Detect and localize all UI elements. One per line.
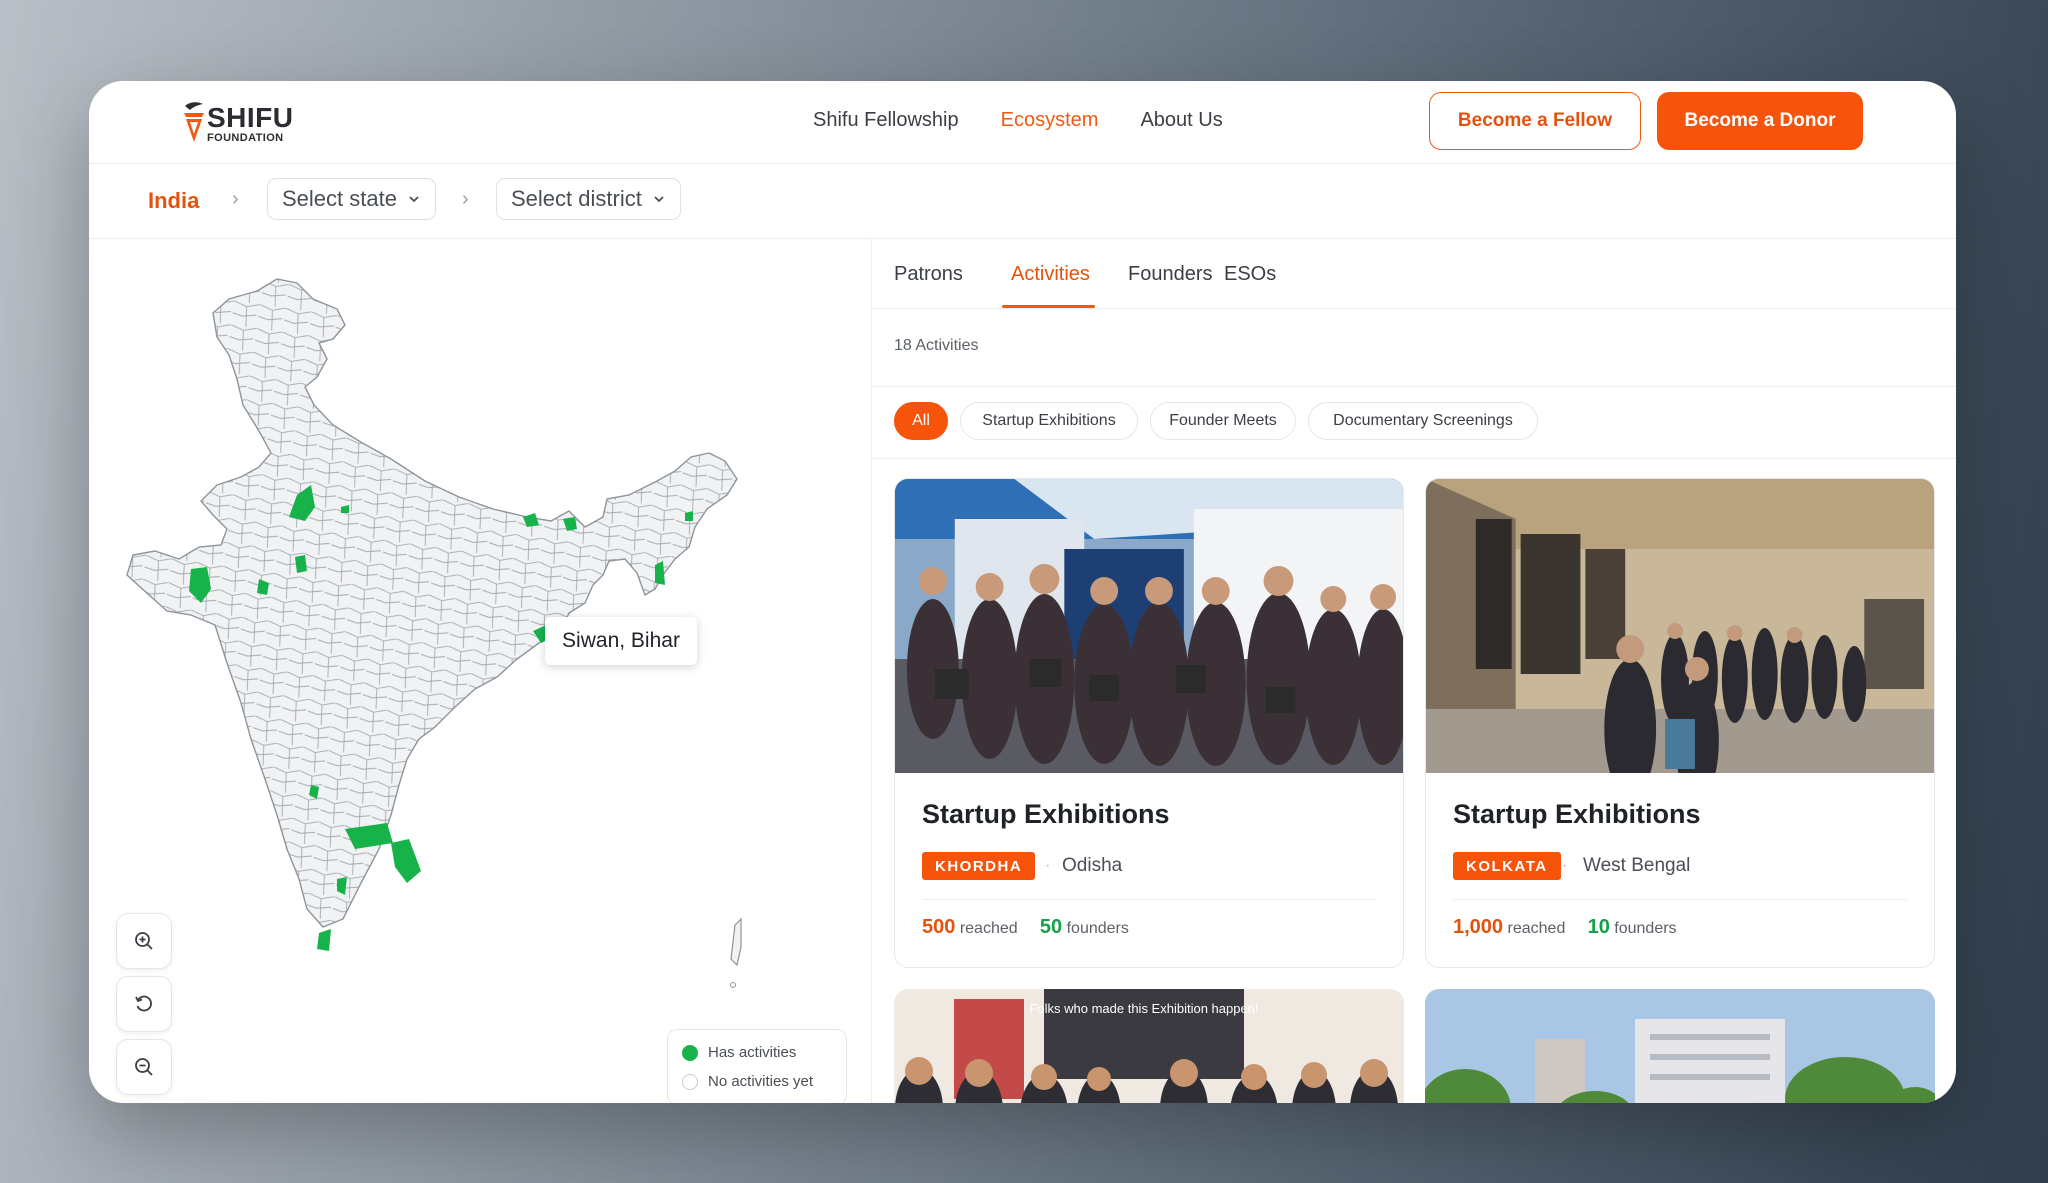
filter-all[interactable]: All [894, 402, 948, 440]
torch-icon [184, 102, 204, 142]
separator-dot: · [1562, 857, 1568, 874]
chevron-down-icon [654, 196, 664, 203]
chevron-down-icon [409, 196, 419, 203]
district-select[interactable]: Select district [496, 178, 681, 220]
card-stats: 1,000 reached 10 founders [1453, 916, 1677, 939]
main-nav: Shifu Fellowship Ecosystem About Us [813, 109, 1223, 132]
state-select[interactable]: Select state [267, 178, 436, 220]
founders-label: founders [1614, 920, 1677, 937]
founders-label: founders [1066, 920, 1129, 937]
activity-photo [1425, 989, 1935, 1103]
separator-dot: · [1045, 857, 1051, 874]
map-panel: Siwan, Bihar Has activities No activitie… [89, 239, 872, 1103]
nav-about-us[interactable]: About Us [1140, 109, 1222, 132]
zoom-out-icon [135, 1058, 153, 1076]
activity-photo [895, 479, 1403, 773]
legend-inactive-label: No activities yet [708, 1073, 814, 1090]
card-title: Startup Exhibitions [922, 799, 1170, 829]
state-select-label: Select state [282, 186, 397, 211]
reached-count: 500 [922, 916, 956, 938]
chevron-right-icon: › [462, 188, 469, 210]
filter-founder-meets[interactable]: Founder Meets [1150, 402, 1296, 440]
card-divider [1453, 899, 1907, 900]
become-donor-button[interactable]: Become a Donor [1657, 92, 1863, 150]
district-tooltip: Siwan, Bihar [545, 617, 697, 665]
activity-photo [1426, 479, 1934, 773]
activities-toolbar: 18 Activities [872, 309, 1956, 387]
active-tab-indicator [1002, 305, 1095, 308]
card-state: West Bengal [1583, 855, 1691, 876]
district-badge: KHORDHA [922, 852, 1036, 880]
reached-count: 1,000 [1453, 916, 1504, 938]
district-badge: KOLKATA [1453, 852, 1561, 880]
zoom-in-icon [135, 932, 153, 950]
reset-zoom-button[interactable] [116, 976, 172, 1032]
breadcrumb: India › Select state › Select district [89, 164, 1956, 239]
legend-inactive: No activities yet [682, 1067, 832, 1096]
reached-label: reached [959, 920, 1018, 937]
card-divider [922, 899, 1376, 900]
tab-activities[interactable]: Activities [1011, 263, 1090, 286]
become-fellow-button[interactable]: Become a Fellow [1429, 92, 1641, 150]
india-district-map[interactable] [109, 259, 869, 1103]
reset-icon [135, 995, 152, 1012]
chevron-right-icon: › [232, 188, 239, 210]
card-title: Startup Exhibitions [1453, 799, 1701, 829]
zoom-in-button[interactable] [116, 913, 172, 969]
district-select-label: Select district [511, 186, 642, 211]
reached-label: reached [1507, 920, 1566, 937]
legend-active: Has activities [682, 1038, 832, 1067]
activity-card-partial[interactable] [1425, 989, 1935, 1103]
activity-card[interactable]: Startup Exhibitions KHORDHA · Odisha 500… [894, 478, 1404, 968]
activity-photo: Folks who made this Exhibition happen! [894, 989, 1404, 1103]
app-window: SHIFU FOUNDATION Shifu Fellowship Ecosys… [89, 81, 1956, 1103]
activities-count: 18 Activities [894, 337, 979, 354]
tab-patrons[interactable]: Patrons [894, 263, 963, 286]
founders-count: 50 [1039, 916, 1063, 938]
card-state: Odisha [1062, 855, 1123, 876]
founders-count: 10 [1587, 916, 1610, 938]
empty-dot-icon [682, 1073, 698, 1090]
tab-founders[interactable]: Founders [1128, 263, 1213, 286]
filter-startup-exhibitions[interactable]: Startup Exhibitions [960, 402, 1138, 440]
activity-filters: All Startup Exhibitions Founder Meets Do… [872, 387, 1956, 459]
map-legend: Has activities No activities yet [667, 1029, 847, 1103]
zoom-out-button[interactable] [116, 1039, 172, 1095]
breadcrumb-india[interactable]: India [148, 188, 199, 214]
top-header: SHIFU FOUNDATION Shifu Fellowship Ecosys… [89, 81, 1956, 164]
filter-documentary-screenings[interactable]: Documentary Screenings [1308, 402, 1538, 440]
activity-card-partial[interactable]: Folks who made this Exhibition happen! [894, 989, 1404, 1103]
activity-card[interactable]: Startup Exhibitions KOLKATA · West Benga… [1425, 478, 1935, 968]
ecosystem-tabs: Patrons Activities Founders ESOs [872, 239, 1956, 309]
nav-shifu-fellowship[interactable]: Shifu Fellowship [813, 109, 959, 132]
brand-sub: FOUNDATION [207, 132, 284, 144]
tab-esos[interactable]: ESOs [1224, 263, 1276, 286]
brand-name: SHIFU [207, 102, 294, 133]
card-stats: 500 reached 50 founders [922, 916, 1129, 939]
legend-active-label: Has activities [708, 1044, 797, 1061]
green-dot-icon [682, 1044, 698, 1061]
nav-ecosystem[interactable]: Ecosystem [1001, 109, 1099, 132]
photo-sign-text: Folks who made this Exhibition happen! [1029, 1001, 1258, 1016]
shifu-logo[interactable]: SHIFU FOUNDATION [181, 98, 294, 146]
